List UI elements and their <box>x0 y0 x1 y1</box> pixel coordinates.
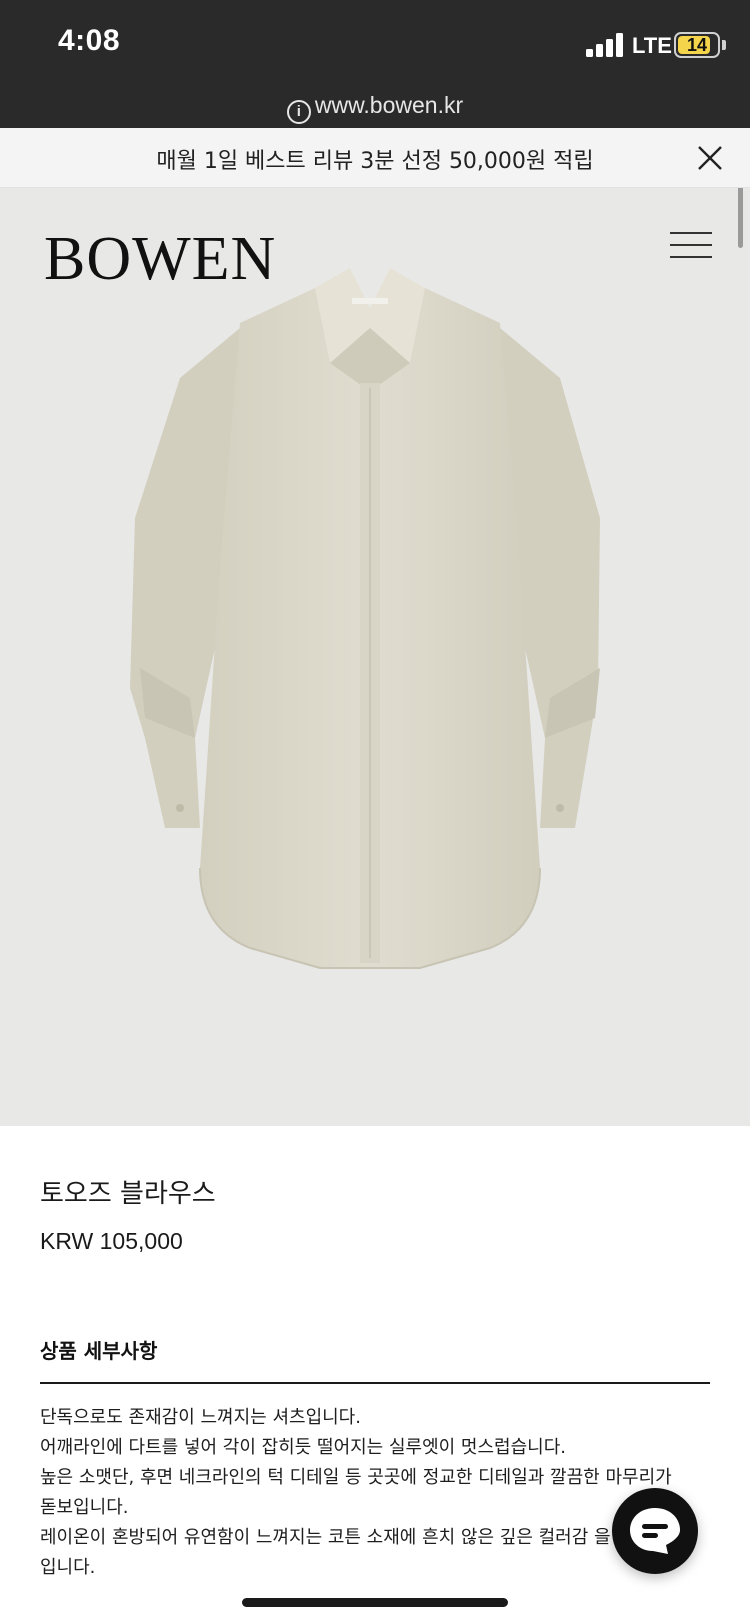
home-indicator[interactable] <box>242 1598 508 1607</box>
divider <box>40 1382 710 1384</box>
promo-text: 매월 1일 베스트 리뷰 3분 선정 50,000원 적립 <box>156 149 594 174</box>
url-display[interactable]: i www.bowen.kr <box>0 92 750 124</box>
network-type: LTE <box>632 33 672 58</box>
details-line: 어깨라인에 다트를 넣어 각이 잡히듯 떨어지는 실루엣이 멋스럽습니다. <box>40 1437 567 1458</box>
status-time: 4:08 <box>58 24 121 57</box>
battery-cap <box>722 40 726 50</box>
product-hero: BOWEN <box>0 188 750 1126</box>
product-price: KRW 105,000 <box>40 1228 183 1254</box>
details-line: 돋보입니다. <box>40 1497 129 1518</box>
cellular-signal-icon <box>586 33 623 57</box>
chat-bubble-icon <box>630 1508 680 1554</box>
close-icon[interactable] <box>694 142 726 174</box>
url-text: www.bowen.kr <box>314 92 464 118</box>
details-line: 레이온이 혼방되어 유연함이 느껴지는 코튼 소재에 흔치 않은 깊은 컬러감 … <box>40 1527 650 1548</box>
info-icon[interactable]: i <box>286 100 311 124</box>
details-heading[interactable]: 상품 세부사항 <box>40 1335 157 1364</box>
details-description: 단독으로도 존재감이 느껴지는 셔츠입니다. 어깨라인에 다트를 넣어 각이 잡… <box>40 1403 710 1583</box>
details-line: 높은 소맷단, 후면 네크라인의 턱 디테일 등 곳곳에 정교한 디테일과 깔끔… <box>40 1467 672 1488</box>
product-name: 토오즈 블라우스 <box>40 1179 216 1209</box>
promo-banner: 매월 1일 베스트 리뷰 3분 선정 50,000원 적립 <box>0 128 750 188</box>
details-line: 입니다. <box>40 1557 96 1578</box>
hamburger-menu-icon[interactable] <box>670 232 712 260</box>
battery-percent: 14 <box>686 35 708 55</box>
product-image[interactable] <box>120 268 620 1068</box>
status-bar: 4:08 LTE 14 <box>0 0 750 88</box>
url-bar[interactable]: i www.bowen.kr <box>0 88 750 128</box>
chat-button[interactable] <box>612 1488 698 1574</box>
battery-icon: 14 <box>674 32 720 58</box>
details-line: 단독으로도 존재감이 느껴지는 셔츠입니다. <box>40 1407 361 1428</box>
scrollbar[interactable] <box>738 188 743 248</box>
